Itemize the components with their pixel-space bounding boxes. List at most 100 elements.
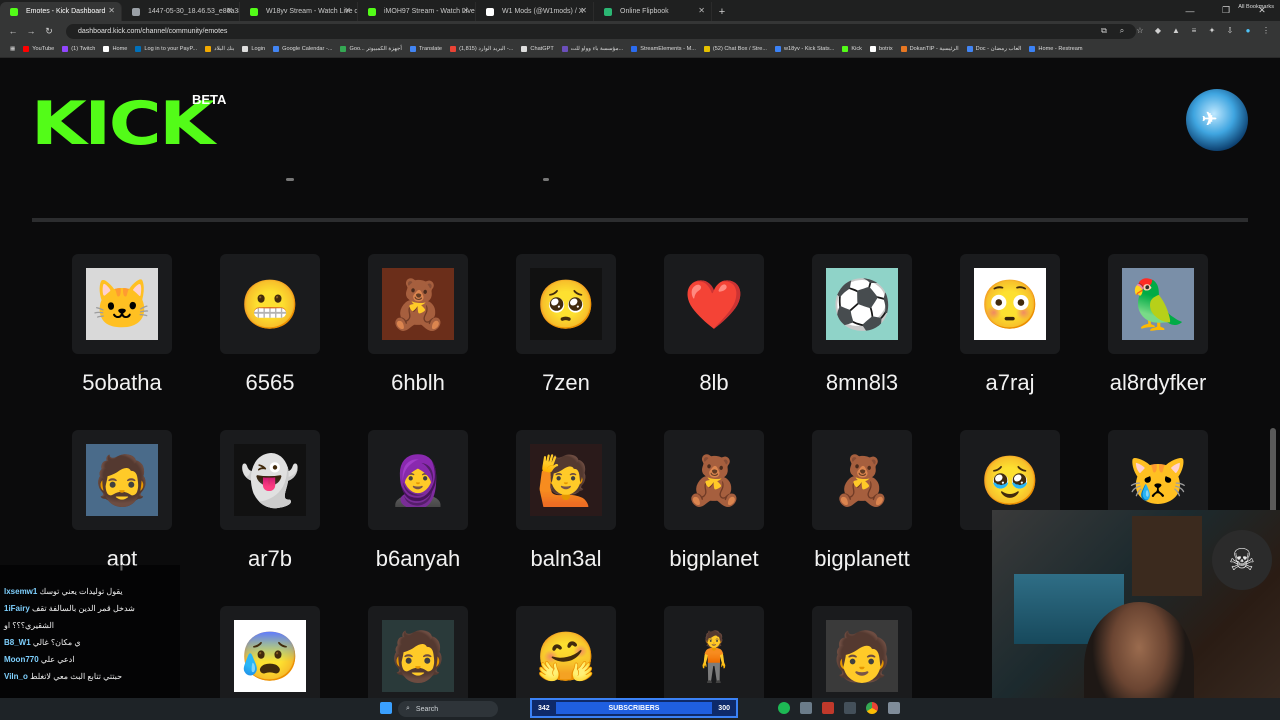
emote-name: bigplanett — [814, 546, 910, 571]
emote-name: 8lb — [699, 370, 729, 395]
emote-tile[interactable]: 🦜 — [1108, 254, 1208, 354]
bookmark-item[interactable]: Login — [238, 46, 269, 52]
emote-tile[interactable]: 🤗 — [516, 606, 616, 706]
app-icon[interactable] — [822, 702, 834, 714]
star-icon[interactable]: ☆ — [1134, 23, 1146, 38]
emote-image: 🧔 — [86, 444, 158, 516]
section-divider — [32, 218, 1248, 222]
bookmark-item[interactable]: StreamElements - M... — [627, 46, 700, 52]
emote-tile[interactable]: ⚽ — [812, 254, 912, 354]
apps-icon[interactable]: ▦ — [6, 46, 19, 52]
minimize-icon[interactable]: — — [1172, 0, 1208, 21]
bookmark-item[interactable]: (1) Twitch — [58, 46, 99, 52]
emote-tile[interactable]: 🐱 — [72, 254, 172, 354]
close-tab-icon[interactable]: ✕ — [580, 6, 587, 15]
emote-tile[interactable]: 🧑 — [812, 606, 912, 706]
chrome-icon[interactable] — [866, 702, 878, 714]
browser-tab[interactable]: W1 Mods (@W1mods) / X ✕ — [476, 2, 594, 21]
bookmark-item[interactable]: Google Calendar -... — [269, 46, 336, 52]
bookmark-item[interactable]: Kick — [838, 46, 866, 52]
emote-tile[interactable]: 🧔 — [368, 606, 468, 706]
emote-name: bigplanet — [669, 546, 759, 571]
extension-icon[interactable]: ▲ — [1170, 23, 1182, 38]
browser-tab[interactable]: iMOH97 Stream - Watch Live o ✕ — [358, 2, 476, 21]
bookmark-item[interactable]: Log in to your PayP... — [131, 46, 201, 52]
close-tab-icon[interactable]: ✕ — [698, 6, 705, 15]
app-icon[interactable] — [800, 702, 812, 714]
all-bookmarks[interactable]: All Bookmarks — [1238, 4, 1274, 10]
browser-tab[interactable]: Emotes - Kick Dashboard ✕ — [0, 2, 122, 21]
emote-tile[interactable]: 👻 — [220, 430, 320, 530]
bookmark-favicon-icon — [242, 46, 249, 52]
address-bar[interactable]: dashboard.kick.com/channel/community/emo… — [66, 24, 1136, 39]
browser-tab[interactable]: 1447-05-30_18.46.53_e86a385 ✕ — [122, 2, 240, 21]
emote-tile[interactable]: 🙋 — [516, 430, 616, 530]
subs-current: 342 — [538, 704, 550, 712]
emote-tile[interactable]: 😰 — [220, 606, 320, 706]
extension-icon[interactable]: ≡ — [1188, 23, 1200, 38]
emote-tile[interactable]: 🧍 — [664, 606, 764, 706]
emote-tile[interactable]: 🧸 — [368, 254, 468, 354]
emote-tile[interactable]: 🧸 — [812, 430, 912, 530]
bookmark-label: ChatGPT — [530, 46, 554, 52]
bookmark-item[interactable]: (1,815) البريد الوارد -... — [446, 46, 517, 52]
emote-tile[interactable]: 🧔 — [72, 430, 172, 530]
chat-username: lxsemw1 — [4, 587, 38, 596]
cutoff-element — [286, 178, 294, 181]
emote-tile[interactable]: ❤️ — [664, 254, 764, 354]
bookmark-item[interactable]: Home - Restream — [1025, 46, 1086, 52]
tab-title: Emotes - Kick Dashboard — [26, 8, 106, 15]
reload-icon[interactable]: ↻ — [40, 22, 58, 40]
emote-name: 5obatha — [82, 370, 162, 395]
bookmark-item[interactable]: Home — [99, 46, 131, 52]
downloads-icon[interactable]: ⇩ — [1224, 23, 1236, 38]
spotify-icon[interactable] — [778, 702, 790, 714]
emote-tile[interactable]: 🥺 — [516, 254, 616, 354]
windows-start-icon[interactable] — [380, 702, 392, 714]
emote-tile[interactable]: 😬 — [220, 254, 320, 354]
kick-logo[interactable]: KICK — [31, 94, 215, 154]
bookmark-item[interactable]: بنك البلاد — [201, 46, 238, 52]
bookmark-label: (1,815) البريد الوارد -... — [459, 46, 514, 52]
close-tab-icon[interactable]: ✕ — [108, 6, 115, 15]
browser-tab[interactable]: W18yv Stream - Watch Live or ✕ — [240, 2, 358, 21]
close-tab-icon[interactable]: ✕ — [226, 6, 233, 15]
menu-icon[interactable]: ⋮ — [1260, 23, 1272, 38]
new-tab-button[interactable]: + — [712, 2, 732, 21]
tab-title: W1 Mods (@W1mods) / X — [502, 8, 584, 15]
skull-flag-icon: ☠ — [1212, 530, 1272, 590]
bookmark-item[interactable]: YouTube — [19, 46, 58, 52]
bookmark-favicon-icon — [521, 46, 528, 52]
zoom-icon[interactable]: ⌕ — [1116, 23, 1128, 38]
back-icon[interactable]: ← — [4, 22, 22, 40]
app-icon[interactable] — [888, 702, 900, 714]
bookmark-item[interactable]: w18yv - Kick Stats... — [771, 46, 838, 52]
close-tab-icon[interactable]: ✕ — [344, 6, 351, 15]
chat-message: Moon770 ادعي علي — [4, 655, 74, 664]
profile-icon[interactable]: ● — [1242, 23, 1254, 38]
emote-tile[interactable]: 😳 — [960, 254, 1060, 354]
bookmark-item[interactable]: Goo... أجهزة الكمبيوتر — [336, 46, 405, 52]
bookmark-item[interactable]: مؤسسة باء وواو للت... — [558, 46, 628, 52]
emote-tile[interactable]: 🧕 — [368, 430, 468, 530]
bookmark-label: DokanTIP - الرئيسية — [909, 46, 959, 52]
chat-message: 1iFairy شدخل قمر الدين بالسالفة تقف — [4, 604, 135, 613]
taskbar-search[interactable]: ⌕ Search — [398, 701, 498, 717]
bookmark-item[interactable]: Translate — [406, 46, 446, 52]
extension-icon[interactable]: ◆ — [1152, 23, 1164, 38]
forward-icon[interactable]: → — [22, 22, 40, 40]
bookmark-item[interactable]: ChatGPT — [517, 46, 557, 52]
bookmark-item[interactable]: botrix — [866, 46, 897, 52]
bookmark-item[interactable]: (52) Chat Box / Stre... — [700, 46, 771, 52]
app-icon[interactable] — [844, 702, 856, 714]
bookmark-favicon-icon — [62, 46, 69, 52]
bookmark-item[interactable]: DokanTIP - الرئيسية — [897, 46, 963, 52]
emote-tile[interactable]: 🧸 — [664, 430, 764, 530]
browser-toolbar: ← → ↻ dashboard.kick.com/channel/communi… — [0, 21, 1280, 41]
bookmark-item[interactable]: Doc - العاب رمضان — [963, 46, 1026, 52]
close-tab-icon[interactable]: ✕ — [462, 6, 469, 15]
translate-icon[interactable]: ⧉ — [1098, 23, 1110, 38]
puzzle-icon[interactable]: ✦ — [1206, 23, 1218, 38]
channel-avatar[interactable]: ✈ — [1186, 89, 1248, 151]
browser-tab[interactable]: Online Flipbook ✕ — [594, 2, 712, 21]
